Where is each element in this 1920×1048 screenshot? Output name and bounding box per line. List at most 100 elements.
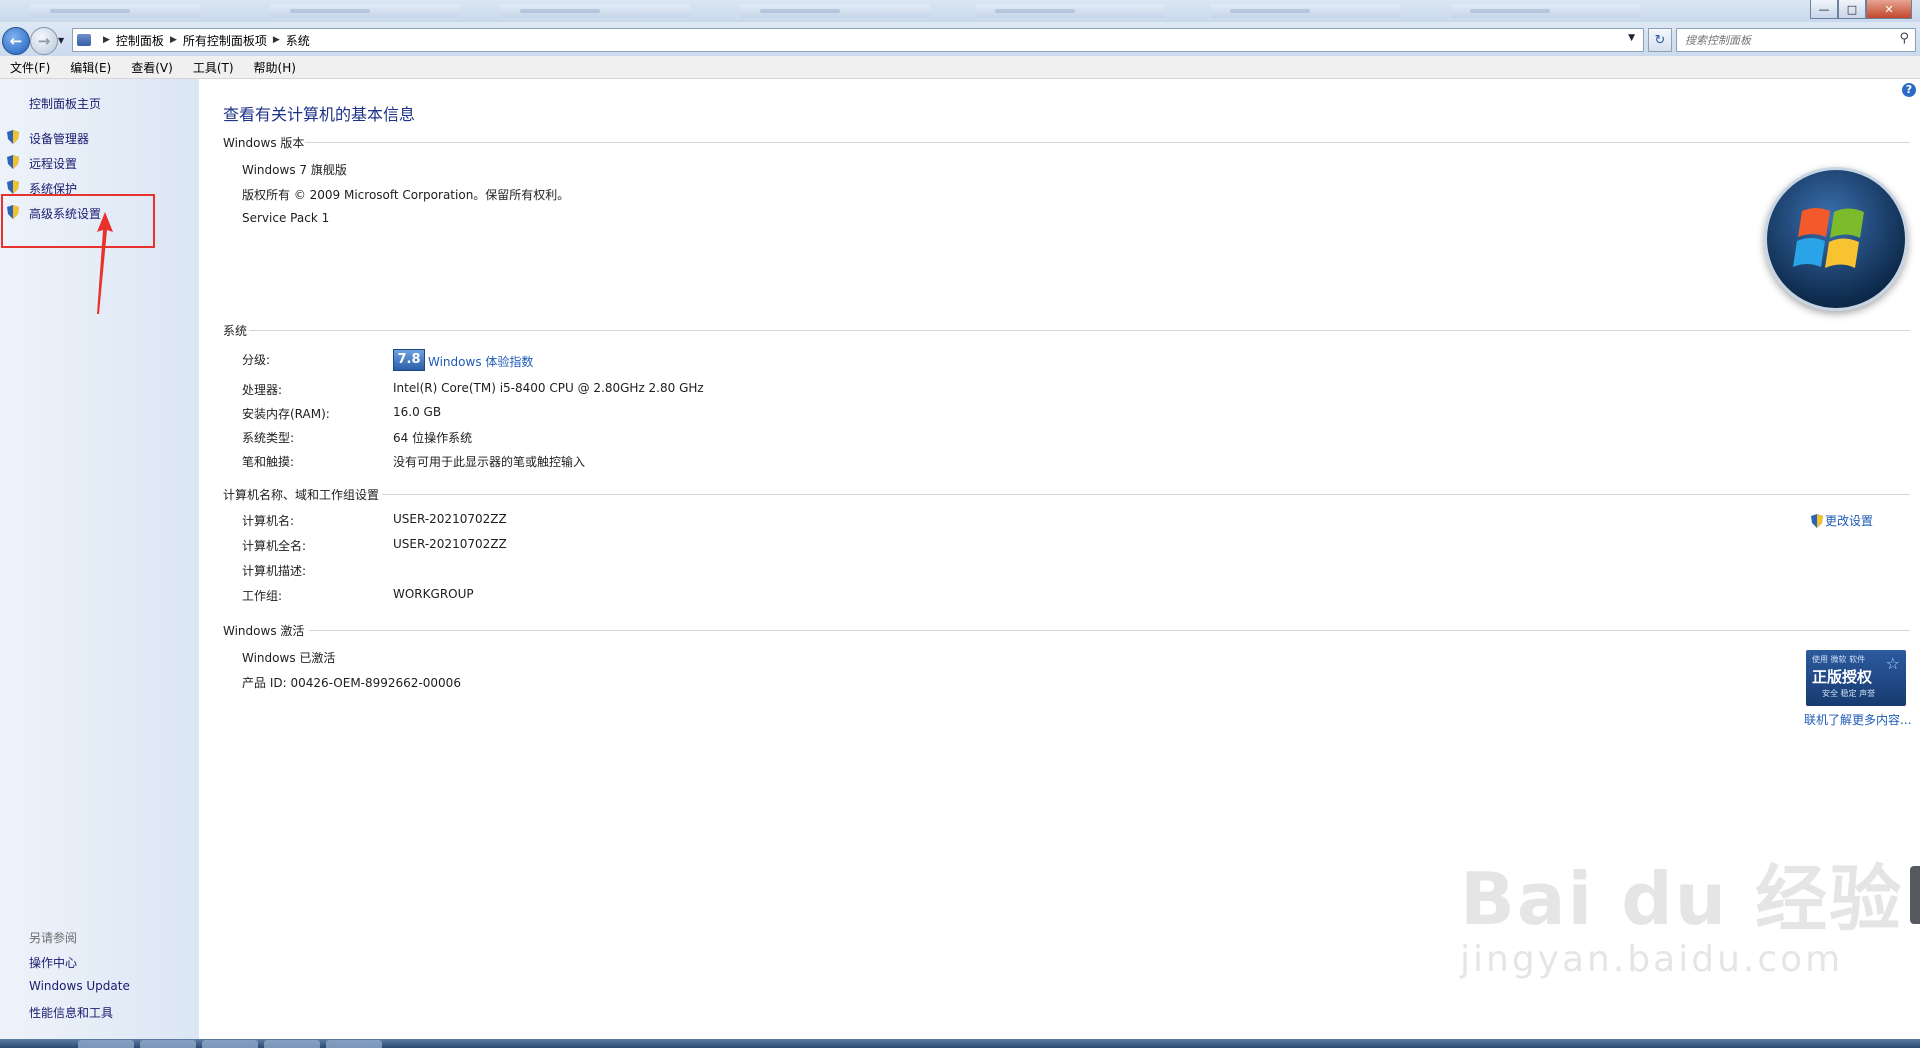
sidebar-item-device-manager[interactable]: 设备管理器 — [29, 130, 89, 147]
workgroup-label: 工作组: — [242, 589, 283, 603]
minimize-button[interactable]: — — [1810, 0, 1838, 19]
computer-name-value: USER-20210702ZZ — [393, 512, 507, 526]
page-title: 查看有关计算机的基本信息 — [223, 105, 416, 124]
workgroup-value: WORKGROUP — [393, 587, 474, 601]
breadcrumb-chevron-icon: ▶ — [103, 35, 110, 45]
change-settings-link[interactable]: 更改设置 — [1811, 512, 1873, 529]
background-tab-strip: — □ ✕ — [0, 0, 1920, 22]
section-heading-system: 系统 — [223, 324, 248, 338]
full-computer-name-value: USER-20210702ZZ — [393, 537, 507, 551]
processor-label: 处理器: — [242, 383, 283, 397]
section-divider — [305, 142, 1910, 143]
watermark-sub: jingyan.baidu.com — [1460, 939, 1844, 980]
sidebar-item-home[interactable]: 控制面板主页 — [29, 95, 101, 112]
address-toolbar: ← → ▼ ▶ 控制面板 ▶ 所有控制面板项 ▶ 系统 ▼ ↻ ⚲ — [0, 22, 1920, 56]
annotation-arrow-icon — [97, 212, 113, 314]
watermark-main: Bai du 经验 — [1460, 857, 1904, 941]
address-dropdown-icon[interactable]: ▼ — [1628, 33, 1635, 43]
background-tab — [500, 4, 690, 18]
genuine-badge-bottom: 安全 稳定 声誉 — [1822, 689, 1876, 698]
sidebar-link-performance-tools[interactable]: 性能信息和工具 — [29, 1004, 113, 1021]
see-also-heading: 另请参阅 — [29, 931, 78, 945]
menu-file[interactable]: 文件(F) — [0, 59, 60, 76]
processor-value: Intel(R) Core(TM) i5-8400 CPU @ 2.80GHz … — [393, 381, 704, 395]
section-heading-edition: Windows 版本 — [223, 136, 305, 150]
breadcrumb-chevron-icon[interactable]: ▶ — [273, 35, 280, 45]
full-computer-name-label: 计算机全名: — [242, 539, 307, 553]
section-divider — [309, 630, 1910, 631]
background-tab — [30, 4, 200, 18]
section-heading-computer-name: 计算机名称、域和工作组设置 — [223, 488, 380, 502]
menu-edit[interactable]: 编辑(E) — [60, 59, 121, 76]
sidebar-link-windows-update[interactable]: Windows Update — [29, 979, 130, 993]
side-scroll-handle[interactable] — [1910, 866, 1920, 924]
star-icon: ☆ — [1885, 654, 1900, 673]
memory-value: 16.0 GB — [393, 405, 442, 419]
breadcrumb-chevron-icon[interactable]: ▶ — [170, 35, 177, 45]
breadcrumb-system[interactable]: 系统 — [286, 32, 310, 49]
section-divider — [382, 494, 1910, 495]
sidebar-link-action-center[interactable]: 操作中心 — [29, 954, 77, 971]
menu-bar: 文件(F) 编辑(E) 查看(V) 工具(T) 帮助(H) — [0, 56, 1920, 79]
background-tab — [975, 4, 1165, 18]
pen-touch-label: 笔和触摸: — [242, 455, 295, 469]
help-icon[interactable]: ? — [1902, 83, 1916, 97]
search-box[interactable]: ⚲ — [1676, 28, 1916, 52]
uac-shield-icon — [1811, 513, 1823, 528]
taskbar-button[interactable] — [78, 1040, 134, 1048]
uac-shield-icon — [7, 180, 19, 194]
menu-view[interactable]: 查看(V) — [121, 59, 183, 76]
menu-help[interactable]: 帮助(H) — [244, 59, 306, 76]
windows-edition-name: Windows 7 旗舰版 — [242, 163, 347, 177]
genuine-badge-main: 正版授权 — [1812, 668, 1873, 686]
product-id: 产品 ID: 00426-OEM-8992662-00006 — [242, 676, 461, 690]
window-controls: — □ ✕ — [1810, 0, 1912, 19]
pen-touch-value: 没有可用于此显示器的笔或触控输入 — [393, 455, 586, 469]
computer-description-label: 计算机描述: — [242, 564, 307, 578]
windows-service-pack: Service Pack 1 — [242, 211, 330, 225]
breadcrumb-all-items[interactable]: 所有控制面板项 — [183, 32, 267, 49]
recent-pages-dropdown-icon[interactable]: ▼ — [58, 36, 64, 45]
control-panel-icon — [77, 34, 91, 46]
windows-copyright: 版权所有 © 2009 Microsoft Corporation。保留所有权利… — [242, 188, 570, 202]
sidebar-item-remote-settings[interactable]: 远程设置 — [29, 155, 77, 172]
search-input[interactable] — [1683, 30, 1887, 50]
breadcrumb-control-panel[interactable]: 控制面板 — [116, 32, 164, 49]
experience-index-link[interactable]: Windows 体验指数 — [428, 353, 533, 370]
forward-button[interactable]: → — [30, 27, 58, 55]
genuine-badge-top: 使用 微软 软件 — [1812, 655, 1866, 664]
search-icon[interactable]: ⚲ — [1899, 31, 1909, 46]
menu-tools[interactable]: 工具(T) — [183, 59, 244, 76]
taskbar-button[interactable] — [140, 1040, 196, 1048]
computer-name-label: 计算机名: — [242, 514, 295, 528]
background-tab — [270, 4, 460, 18]
windows-logo — [1764, 167, 1908, 311]
rating-label: 分级: — [242, 353, 271, 367]
uac-shield-icon — [7, 130, 19, 144]
section-divider — [249, 330, 1910, 331]
system-type-value: 64 位操作系统 — [393, 431, 473, 445]
baidu-watermark: Bai du 经验 jingyan.baidu.com — [1460, 840, 1903, 980]
refresh-button[interactable]: ↻ — [1648, 28, 1672, 52]
taskbar-button[interactable] — [326, 1040, 382, 1048]
learn-more-link[interactable]: 联机了解更多内容... — [1804, 711, 1911, 728]
uac-shield-icon — [7, 155, 19, 169]
background-tab — [1450, 4, 1640, 18]
back-button[interactable]: ← — [2, 27, 30, 55]
section-heading-activation: Windows 激活 — [223, 624, 305, 638]
activation-status: Windows 已激活 — [242, 651, 336, 665]
experience-index-score[interactable]: 7.8 — [393, 349, 425, 371]
annotation-highlight-box — [1, 194, 155, 248]
memory-label: 安装内存(RAM): — [242, 407, 330, 421]
background-tab — [740, 4, 930, 18]
close-button[interactable]: ✕ — [1866, 0, 1912, 19]
genuine-software-badge: 使用 微软 软件 正版授权 安全 稳定 声誉 ☆ — [1806, 650, 1906, 706]
taskbar-button[interactable] — [202, 1040, 258, 1048]
taskbar — [0, 1039, 1920, 1048]
maximize-button[interactable]: □ — [1838, 0, 1866, 19]
background-tab — [1210, 4, 1400, 18]
taskbar-button[interactable] — [264, 1040, 320, 1048]
system-type-label: 系统类型: — [242, 431, 295, 445]
change-settings-label[interactable]: 更改设置 — [1825, 512, 1873, 529]
address-bar[interactable]: ▶ 控制面板 ▶ 所有控制面板项 ▶ 系统 ▼ — [72, 28, 1644, 52]
